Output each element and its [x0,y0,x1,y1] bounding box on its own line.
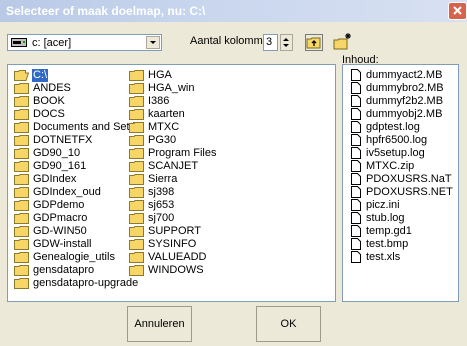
folder-icon [129,226,144,237]
open-folder-icon [14,70,29,81]
folder-icon [14,122,29,133]
file-icon [351,186,361,198]
new-folder-button[interactable] [333,32,353,51]
folder-icon [14,96,29,107]
folder-icon [129,96,144,107]
file-icon [351,238,361,250]
folder-icon [129,265,144,276]
new-folder-icon [333,33,351,50]
drive-icon [11,38,27,47]
folder-icon [129,213,144,224]
file-icon [351,212,361,224]
columns-spinner[interactable] [280,34,293,51]
drive-dropdown-button[interactable] [146,36,160,49]
file-icon [351,147,361,159]
folder-icon [14,148,29,159]
folder-icon [14,109,29,120]
file-icon [351,69,361,81]
file-icon [351,134,361,146]
folder-icon [14,226,29,237]
close-icon [453,6,462,15]
title-bar: Selecteer of maak doelmap, nu: C:\ [0,0,467,22]
window-title: Selecteer of maak doelmap, nu: C:\ [6,4,206,18]
folder-icon [129,70,144,81]
cancel-button[interactable]: Annuleren [127,306,192,342]
folder-icon [14,239,29,250]
folder-icon [129,200,144,211]
file-icon [351,95,361,107]
file-icon [351,121,361,133]
spin-down-icon[interactable] [283,44,289,47]
folder-icon [129,239,144,250]
folder-list[interactable]: C:\ ANDES BOOK DOCS Documents and Setti … [7,64,336,302]
folder-icon [14,278,29,289]
folder-icon [14,213,29,224]
file-icon [351,108,361,120]
close-button[interactable] [448,2,467,20]
folder-icon [129,83,144,94]
folder-icon [129,187,144,198]
folder-icon [129,252,144,263]
file-icon [351,251,361,263]
up-folder-button[interactable] [305,34,323,51]
folder-icon [129,135,144,146]
folder-icon [129,122,144,133]
file-icon [351,225,361,237]
drive-value: c: [acer] [32,37,72,49]
cancel-button-label: Annuleren [134,318,185,330]
spin-up-icon[interactable] [283,38,289,41]
drive-dropdown[interactable]: c: [acer] [7,34,162,51]
folder-icon [14,187,29,198]
file-icon [351,173,361,185]
folder-icon [14,83,29,94]
chevron-down-icon [150,41,156,44]
folder-icon [14,135,29,146]
folder-icon [129,161,144,172]
folder-icon [14,161,29,172]
folder-icon [14,265,29,276]
folder-icon [129,148,144,159]
folder-icon [14,252,29,263]
file-icon [351,199,361,211]
folder-icon [129,109,144,120]
folder-icon [14,200,29,211]
folder-icon [129,174,144,185]
ok-button-label: OK [280,318,297,330]
file-icon [351,160,361,172]
ok-button[interactable]: OK [256,306,321,342]
file-list[interactable]: dummyact2.MB dummybro2.MB dummyf2b2.MB d… [342,64,459,302]
file-icon [351,82,361,94]
columns-input[interactable]: 3 [263,34,278,51]
folder-select-dialog: Selecteer of maak doelmap, nu: C:\ c: [a… [0,0,467,346]
up-folder-icon [306,37,321,49]
folder-icon [14,174,29,185]
